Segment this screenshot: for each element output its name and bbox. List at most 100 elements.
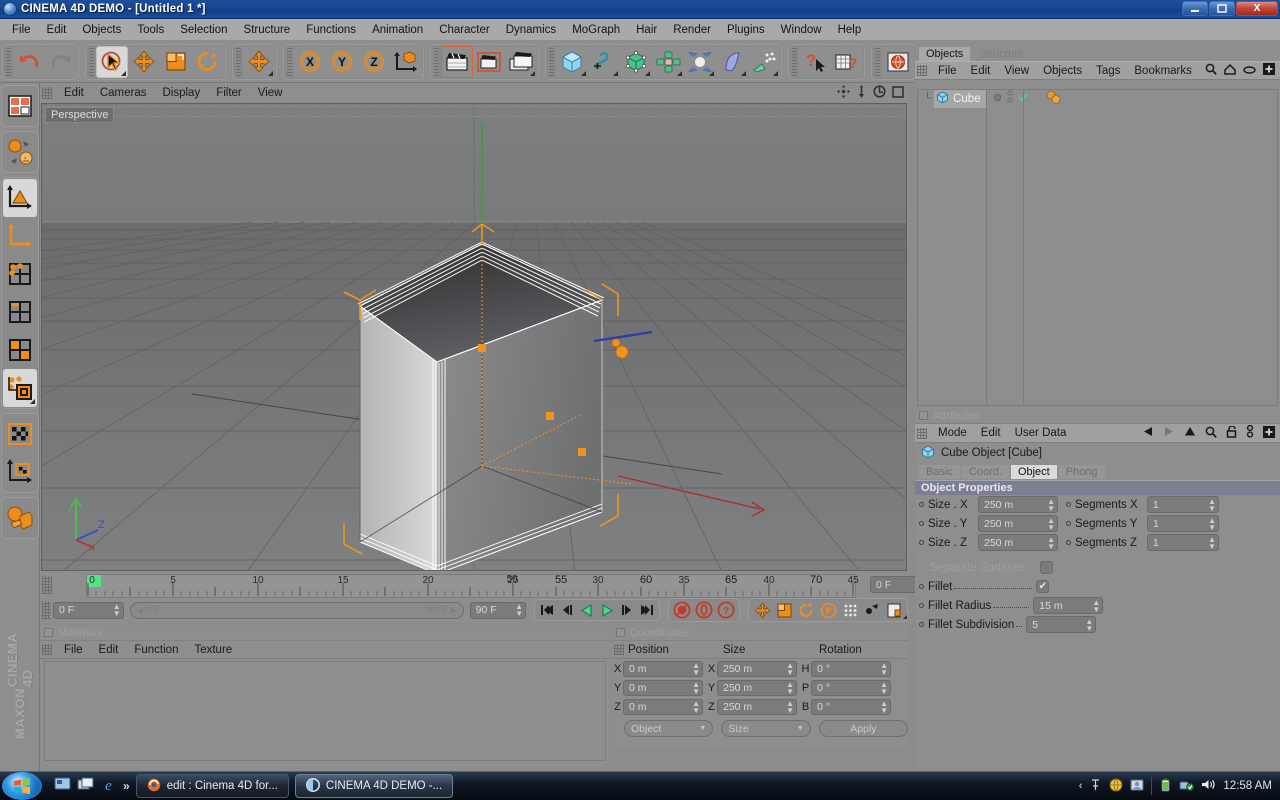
menu-structure[interactable]: Structure: [236, 22, 299, 38]
step-forward-button[interactable]: [617, 601, 637, 619]
scrub-left-arrow-icon[interactable]: ◀: [137, 606, 143, 615]
play-forward-button[interactable]: [597, 601, 617, 619]
volume-icon[interactable]: [1201, 778, 1216, 794]
rotate-view-icon[interactable]: [873, 85, 886, 101]
go-to-end-button[interactable]: [637, 601, 657, 619]
forward-arrow-icon[interactable]: [1163, 426, 1175, 440]
menu-render[interactable]: Render: [665, 22, 719, 38]
coordinates-apply-button[interactable]: Apply: [818, 720, 908, 737]
spinner-icon[interactable]: ▲▼: [786, 661, 794, 676]
attributes-menu-mode[interactable]: Mode: [931, 426, 974, 440]
key-rotation-button[interactable]: [795, 600, 817, 620]
panel-collapse-icon[interactable]: [44, 628, 53, 637]
autokeying-button[interactable]: [693, 600, 715, 620]
key-pla-button[interactable]: [839, 600, 861, 620]
attr-segments-z-field[interactable]: 1 ▲ ▼: [1147, 534, 1219, 551]
viewport-menu-filter[interactable]: Filter: [208, 85, 250, 101]
time-scrub-bar[interactable]: ◀ 0 F 90 F ▶: [129, 601, 464, 619]
axis-modify-button[interactable]: [3, 217, 37, 255]
lock-y-axis-button[interactable]: Y: [326, 45, 358, 78]
spinner-icon[interactable]: ▲▼: [692, 699, 700, 714]
viewport-grip[interactable]: [42, 87, 52, 99]
content-browser-button[interactable]: ?: [831, 45, 863, 78]
toolbar-grip[interactable]: [89, 47, 94, 76]
layout-button[interactable]: [3, 87, 37, 125]
property-bullet-icon[interactable]: [919, 521, 924, 526]
fillet-subdivision-field[interactable]: 5 ▲ ▼: [1026, 616, 1097, 633]
property-bullet-icon[interactable]: [919, 603, 924, 608]
plus-icon[interactable]: [1263, 63, 1275, 78]
internet-explorer-icon[interactable]: e: [100, 777, 117, 796]
world-coordinates-button[interactable]: [243, 45, 275, 78]
emitter-button[interactable]: [748, 45, 780, 78]
maximize-button[interactable]: [1209, 1, 1235, 16]
tab-objects[interactable]: Objects: [919, 47, 971, 61]
add-cube-button[interactable]: [556, 45, 588, 78]
render-visibility-button[interactable]: [3, 133, 37, 171]
attr-tab-object[interactable]: Object: [1010, 464, 1057, 479]
points-mode-button[interactable]: [3, 255, 37, 293]
objects-tree[interactable]: └ Cube: [917, 89, 1278, 406]
coordinate-mode-dropdown[interactable]: Object ▼: [624, 720, 714, 737]
property-bullet-icon[interactable]: [1066, 502, 1071, 507]
spinner-icon[interactable]: ▲▼: [880, 699, 888, 714]
polygons-mode-button[interactable]: [3, 331, 37, 369]
coordinate-size-dropdown[interactable]: Size ▼: [721, 720, 811, 737]
lock-x-axis-button[interactable]: X: [294, 45, 326, 78]
move-tool-button[interactable]: [128, 45, 160, 78]
editor-visibility-dot-icon[interactable]: [993, 93, 1002, 105]
render-visibility-dots-icon[interactable]: [1006, 90, 1013, 107]
menu-functions[interactable]: Functions: [298, 22, 364, 38]
object-tree-row-cube[interactable]: └ Cube: [918, 89, 1277, 108]
help-cursor-button[interactable]: ?: [799, 45, 831, 78]
rotation-b-field[interactable]: 0 ° ▲ ▼: [811, 698, 891, 715]
key-layer-button[interactable]: [883, 600, 907, 620]
attr-size-x-field[interactable]: 250 m ▲ ▼: [978, 496, 1058, 513]
key-scale-button[interactable]: [773, 600, 795, 620]
property-bullet-icon[interactable]: [1066, 521, 1071, 526]
viewport-view-label[interactable]: Perspective: [45, 107, 115, 123]
viewport-menu-edit[interactable]: Edit: [56, 85, 92, 101]
toolbar-grip[interactable]: [792, 47, 797, 76]
keyframe-selection-button[interactable]: ?: [715, 600, 737, 620]
property-bullet-icon[interactable]: [919, 502, 924, 507]
back-arrow-icon[interactable]: [1142, 426, 1154, 440]
spinner-icon[interactable]: ▲▼: [1047, 497, 1055, 512]
spinner-icon[interactable]: ▲▼: [113, 603, 121, 618]
step-back-button[interactable]: [557, 601, 577, 619]
size-y-field[interactable]: 250 m ▲ ▼: [717, 679, 797, 696]
objects-menu-file[interactable]: File: [931, 64, 964, 78]
menu-selection[interactable]: Selection: [172, 22, 235, 38]
menu-character[interactable]: Character: [431, 22, 498, 38]
materials-menu-file[interactable]: File: [56, 643, 91, 657]
edges-mode-button[interactable]: [3, 293, 37, 331]
spinner-icon[interactable]: ▲▼: [515, 603, 523, 618]
position-y-field[interactable]: 0 m ▲ ▼: [623, 679, 703, 696]
viewport-menu-view[interactable]: View: [250, 85, 291, 101]
materials-grip[interactable]: [42, 644, 52, 655]
search-icon[interactable]: [1205, 63, 1217, 78]
materials-menu-texture[interactable]: Texture: [186, 643, 240, 657]
model-mode-button[interactable]: [2, 369, 37, 407]
home-icon[interactable]: [1224, 63, 1236, 78]
menu-objects[interactable]: Objects: [74, 22, 129, 38]
texture-axis-button[interactable]: [3, 453, 37, 491]
menu-hair[interactable]: Hair: [628, 22, 665, 38]
search-icon[interactable]: [1205, 426, 1217, 441]
world-icon[interactable]: [1109, 778, 1123, 795]
array-button[interactable]: [652, 45, 684, 78]
battery-icon[interactable]: [1159, 778, 1172, 795]
attr-tab-coord[interactable]: Coord.: [961, 464, 1009, 479]
property-bullet-icon[interactable]: [919, 540, 924, 545]
make-editable-button[interactable]: [2, 179, 37, 217]
close-button[interactable]: X: [1236, 1, 1278, 16]
phong-tag-icon[interactable]: [1045, 90, 1063, 107]
timeline-ruler[interactable]: 0 5 10 15 20 25 30 35 40 45: [86, 574, 859, 598]
position-z-field[interactable]: 0 m ▲ ▼: [623, 698, 703, 715]
timeline-grip[interactable]: [42, 576, 52, 594]
add-spline-button[interactable]: [588, 45, 620, 78]
menu-edit[interactable]: Edit: [39, 22, 75, 38]
switch-window-icon[interactable]: [77, 777, 94, 795]
attributes-menu-user-data[interactable]: User Data: [1008, 426, 1074, 440]
objects-grip[interactable]: [917, 65, 927, 76]
